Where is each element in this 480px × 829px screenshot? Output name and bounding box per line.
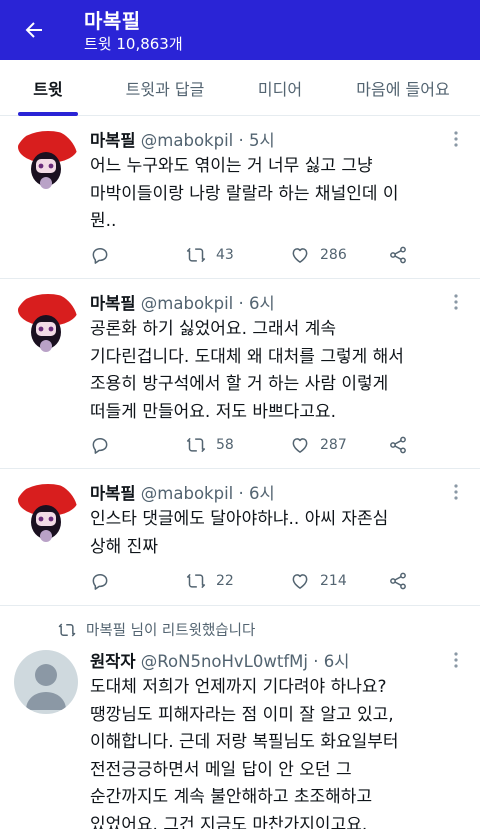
- avatar[interactable]: [14, 482, 78, 546]
- tweet-text: 어느 누구와도 엮이는 거 너무 싫고 그냥 마박이들이랑 나랑 랄랄라 하는 …: [90, 156, 399, 231]
- author-handle[interactable]: @mabokpil: [141, 294, 233, 313]
- share-button[interactable]: [388, 245, 408, 265]
- more-icon: [454, 652, 458, 668]
- tweet-header: 원작자 @RoN5noHvL0wtfMj · 6시: [90, 648, 349, 672]
- retweet-count: 22: [216, 573, 234, 589]
- author-handle[interactable]: @mabokpil: [141, 484, 233, 503]
- like-button[interactable]: 286: [290, 245, 388, 265]
- tab-media[interactable]: 미디어: [234, 60, 326, 116]
- author-name[interactable]: 마복필: [90, 484, 136, 503]
- retweet-button[interactable]: 58: [186, 435, 290, 455]
- profile-tabs: 트윗 트윗과 답글 미디어 마음에 들어요: [0, 60, 480, 116]
- reply-button[interactable]: [90, 435, 186, 455]
- tweet-actions: 58 287: [90, 433, 420, 457]
- reply-icon: [92, 574, 108, 590]
- like-button[interactable]: 214: [290, 571, 388, 591]
- more-icon: [454, 131, 458, 147]
- retweet-indicator: 마복필 님이 리트윗했습니다: [58, 619, 255, 640]
- tweet-actions: 22 214: [90, 569, 420, 593]
- tweet-text: 인스타 댓글에도 달아야하냐.. 아씨 자존심 상해 진짜: [90, 509, 389, 557]
- retweet-count: 58: [216, 437, 234, 453]
- retweet-button[interactable]: 22: [186, 571, 290, 591]
- tweet-header: 마복필 @mabokpil · 6시: [90, 480, 275, 504]
- default-avatar-icon: [14, 650, 78, 714]
- tweet-time[interactable]: 5시: [249, 131, 275, 150]
- more-icon: [454, 484, 458, 500]
- tweet[interactable]: 마복필 @mabokpil · 6시 인스타 댓글에도 달아야하냐.. 아씨 자…: [0, 470, 480, 606]
- tab-tweets[interactable]: 트윗: [0, 60, 96, 116]
- tweet-time[interactable]: 6시: [249, 294, 275, 313]
- separator-dot: ·: [313, 652, 319, 671]
- tweet-time[interactable]: 6시: [324, 652, 350, 671]
- avatar[interactable]: [14, 129, 78, 193]
- retweet-count: 43: [216, 247, 234, 263]
- avatar-image-icon: [14, 292, 78, 356]
- avatar[interactable]: [14, 292, 78, 356]
- profile-header: 마복필 트윗 10,863개: [0, 0, 480, 60]
- share-button[interactable]: [388, 571, 408, 591]
- more-icon: [454, 294, 458, 310]
- like-button[interactable]: 287: [290, 435, 388, 455]
- tab-tweets-replies[interactable]: 트윗과 답글: [96, 60, 234, 116]
- avatar[interactable]: [14, 650, 78, 714]
- retweet-icon: [186, 437, 206, 453]
- tweet[interactable]: 마복필 @mabokpil · 5시 어느 누구와도 엮이는 거 너무 싫고 그…: [0, 117, 480, 279]
- like-count: 286: [320, 247, 347, 263]
- author-name[interactable]: 원작자: [90, 652, 136, 671]
- retweet-icon: [186, 573, 206, 589]
- share-icon: [390, 436, 406, 454]
- tweet[interactable]: 마복필 @mabokpil · 6시 공론화 하기 싫었어요. 그래서 계속 기…: [0, 280, 480, 469]
- tweet[interactable]: 마복필 님이 리트윗했습니다 원작자 @RoN5noHvL0wtfMj · 6시…: [0, 607, 480, 829]
- more-button[interactable]: [446, 129, 466, 149]
- share-icon: [390, 246, 406, 264]
- avatar-image-icon: [14, 482, 78, 546]
- like-icon: [292, 574, 308, 589]
- tab-likes[interactable]: 마음에 들어요: [326, 60, 480, 116]
- like-icon: [292, 438, 308, 453]
- like-count: 214: [320, 573, 347, 589]
- reply-icon: [92, 438, 108, 454]
- author-name[interactable]: 마복필: [90, 294, 136, 313]
- reply-button[interactable]: [90, 571, 186, 591]
- tweet-actions: 43 286: [90, 243, 420, 267]
- author-handle[interactable]: @mabokpil: [141, 131, 233, 150]
- tweet-header: 마복필 @mabokpil · 5시: [90, 127, 275, 151]
- avatar-image-icon: [14, 129, 78, 193]
- like-icon: [292, 248, 308, 263]
- tweet-time[interactable]: 6시: [249, 484, 275, 503]
- separator-dot: ·: [238, 294, 244, 313]
- back-button[interactable]: [16, 12, 52, 48]
- author-name[interactable]: 마복필: [90, 131, 136, 150]
- tweet-count: 트윗 10,863개: [84, 35, 183, 53]
- author-handle[interactable]: @RoN5noHvL0wtfMj: [141, 652, 308, 671]
- tweet-header: 마복필 @mabokpil · 6시: [90, 290, 275, 314]
- like-count: 287: [320, 437, 347, 453]
- retweet-button[interactable]: 43: [186, 245, 290, 265]
- share-icon: [390, 572, 406, 590]
- separator-dot: ·: [238, 131, 244, 150]
- more-button[interactable]: [446, 482, 466, 502]
- tweet-text: 도대체 저희가 언제까지 기다려야 하나요? 땡깡님도 피해자라는 점 이미 잘…: [90, 677, 399, 829]
- reply-icon: [92, 248, 108, 264]
- reply-button[interactable]: [90, 245, 186, 265]
- more-button[interactable]: [446, 292, 466, 312]
- separator-dot: ·: [238, 484, 244, 503]
- profile-title: 마복필: [84, 9, 141, 33]
- more-button[interactable]: [446, 650, 466, 670]
- retweet-icon: [186, 247, 206, 263]
- share-button[interactable]: [388, 435, 408, 455]
- retweet-icon: [58, 622, 76, 637]
- retweet-note[interactable]: 마복필 님이 리트윗했습니다: [86, 619, 255, 640]
- tweet-text: 공론화 하기 싫었어요. 그래서 계속 기다린겁니다. 도대체 왜 대처를 그렇…: [90, 319, 404, 422]
- back-arrow-icon: [25, 22, 42, 38]
